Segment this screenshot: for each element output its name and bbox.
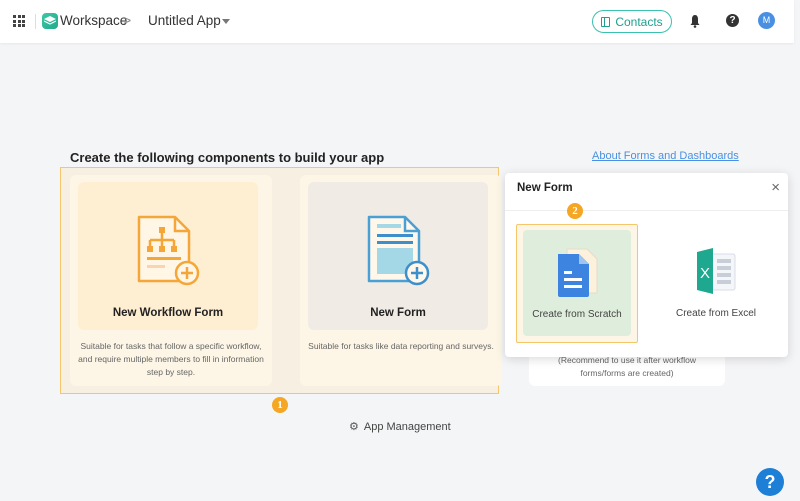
gear-icon: ⚙	[349, 421, 359, 433]
chevron-down-icon[interactable]	[222, 19, 230, 24]
card-description: Suitable for tasks that follow a specifi…	[78, 341, 264, 377]
card-title: New Workflow Form	[112, 307, 224, 319]
popup-title: New Form	[517, 182, 573, 194]
app-title[interactable]: Untitled App	[148, 13, 221, 28]
workspace-logo-icon	[42, 13, 58, 29]
breadcrumb-separator-icon: >	[123, 12, 132, 28]
close-icon[interactable]: ×	[771, 179, 780, 196]
step-badge-1: 1	[272, 397, 288, 413]
bell-icon[interactable]	[690, 14, 700, 28]
card-inner: New Form	[308, 182, 488, 330]
document-icon	[555, 247, 601, 302]
app-grid-icon[interactable]	[13, 15, 25, 27]
contacts-label: Contacts	[615, 14, 663, 29]
workflow-form-icon	[135, 215, 201, 292]
card-description: Suitable for tasks like data reporting a…	[308, 341, 494, 351]
divider	[35, 14, 36, 29]
divider	[505, 210, 788, 211]
excel-icon: X	[693, 246, 739, 301]
user-avatar[interactable]: M	[758, 12, 775, 29]
app-management-button[interactable]: ⚙ App Management	[349, 420, 451, 434]
app-management-label: App Management	[363, 420, 451, 433]
section-title: Create the following components to build…	[70, 150, 385, 165]
create-from-excel-option[interactable]: X Create from Excel	[655, 224, 777, 343]
top-bar: Workspace > Untitled App Contacts ? M	[0, 0, 794, 43]
help-button[interactable]: ?	[756, 468, 784, 496]
card-inner: New Workflow Form	[78, 182, 258, 330]
svg-text:X: X	[700, 265, 710, 282]
new-form-popup: New Form × Create from Scratch X Create …	[505, 173, 788, 357]
breadcrumb-workspace[interactable]: Workspace	[60, 13, 127, 28]
contacts-button[interactable]: Contacts	[592, 10, 672, 33]
dashboard-desc-line3: forms/forms are created)	[580, 368, 674, 378]
create-from-scratch-option[interactable]: Create from Scratch	[516, 224, 638, 343]
help-icon[interactable]: ?	[726, 14, 739, 27]
step-badge-2: 2	[567, 203, 583, 219]
form-icon	[365, 215, 431, 292]
card-title: New Form	[370, 307, 426, 319]
option-label: Create from Excel	[675, 308, 757, 319]
new-form-card[interactable]: New Form Suitable for tasks like data re…	[300, 175, 502, 386]
new-workflow-form-card[interactable]: New Workflow Form Suitable for tasks tha…	[70, 175, 272, 386]
contacts-book-icon	[601, 16, 611, 27]
option-label: Create from Scratch	[532, 309, 622, 320]
about-forms-link[interactable]: About Forms and Dashboards	[592, 150, 739, 162]
